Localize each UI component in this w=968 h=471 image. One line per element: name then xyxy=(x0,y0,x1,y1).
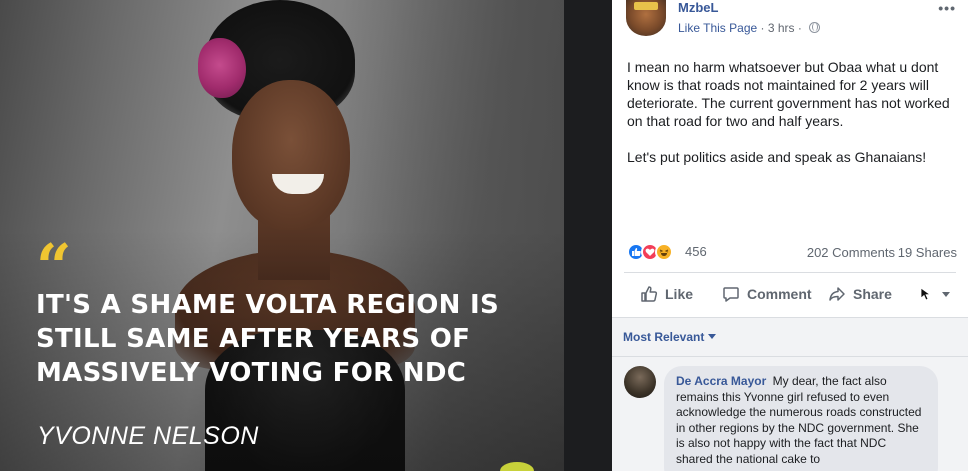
quote-text: IT'S A SHAME VOLTA REGION IS STILL SAME … xyxy=(36,290,500,388)
like-button[interactable]: Like xyxy=(640,285,693,303)
post-paragraph: I mean no harm whatsoever but Obaa what … xyxy=(627,59,950,129)
photo-subject-face xyxy=(232,80,350,230)
comment-sort-dropdown[interactable]: Most Relevant xyxy=(623,330,717,344)
post-meta: Like This Page · 3 hrs · xyxy=(678,21,821,35)
commenter-avatar[interactable] xyxy=(624,366,656,398)
reaction-count[interactable]: 456 xyxy=(685,244,707,259)
post-paragraph: Let's put politics aside and speak as Gh… xyxy=(627,149,927,165)
cursor-pointer-icon xyxy=(920,287,932,301)
chevron-down-icon xyxy=(942,292,950,297)
share-button-label: Share xyxy=(853,286,892,302)
caret-down-icon xyxy=(708,334,717,339)
thumbs-up-icon xyxy=(641,286,658,302)
comment-author-link[interactable]: De Accra Mayor xyxy=(676,374,766,388)
post-action-bar: Like Comment Share xyxy=(624,272,956,316)
quote-author: YVONNE NELSON xyxy=(37,422,259,450)
like-button-label: Like xyxy=(665,286,694,302)
meta-separator-2: · xyxy=(797,21,806,35)
post-photo[interactable]: “ IT'S A SHAME VOLTA REGION IS STILL SAM… xyxy=(0,0,564,471)
public-globe-icon xyxy=(809,22,821,33)
shares-count[interactable]: 19 Shares xyxy=(898,245,957,260)
more-options-icon[interactable]: ••• xyxy=(938,0,956,16)
post-body: I mean no harm whatsoever but Obaa what … xyxy=(627,58,962,184)
viewer-divider xyxy=(564,0,612,471)
comments-count[interactable]: 202 Comments xyxy=(807,245,895,260)
post-time[interactable]: 3 hrs xyxy=(768,21,795,35)
share-options-dropdown[interactable] xyxy=(920,287,958,301)
comments-section: Most Relevant De Accra Mayor My dear, th… xyxy=(612,317,968,471)
comments-divider xyxy=(612,356,968,357)
comment-bubble-icon xyxy=(723,287,739,302)
comment-button[interactable]: Comment xyxy=(722,285,812,303)
post-header: MzbeL Like This Page · 3 hrs · ••• xyxy=(612,0,968,44)
comment-sort-label: Most Relevant xyxy=(623,330,705,344)
meta-separator: · xyxy=(760,21,768,35)
page-avatar[interactable] xyxy=(626,0,666,36)
comment-button-label: Comment xyxy=(747,286,812,302)
reactions-summary: 456 202 Comments 19 Shares xyxy=(627,242,957,264)
avatar-badge xyxy=(634,2,658,10)
post-sidebar: MzbeL Like This Page · 3 hrs · ••• I mea… xyxy=(612,0,968,471)
share-button[interactable]: Share xyxy=(828,285,892,303)
flower-hair-accessory xyxy=(198,38,246,98)
share-arrow-icon xyxy=(829,287,845,301)
haha-reaction-icon xyxy=(655,243,673,261)
comment-bubble: De Accra Mayor My dear, the fact also re… xyxy=(664,366,938,471)
like-page-link[interactable]: Like This Page xyxy=(678,21,757,35)
page-name-link[interactable]: MzbeL xyxy=(678,0,718,15)
